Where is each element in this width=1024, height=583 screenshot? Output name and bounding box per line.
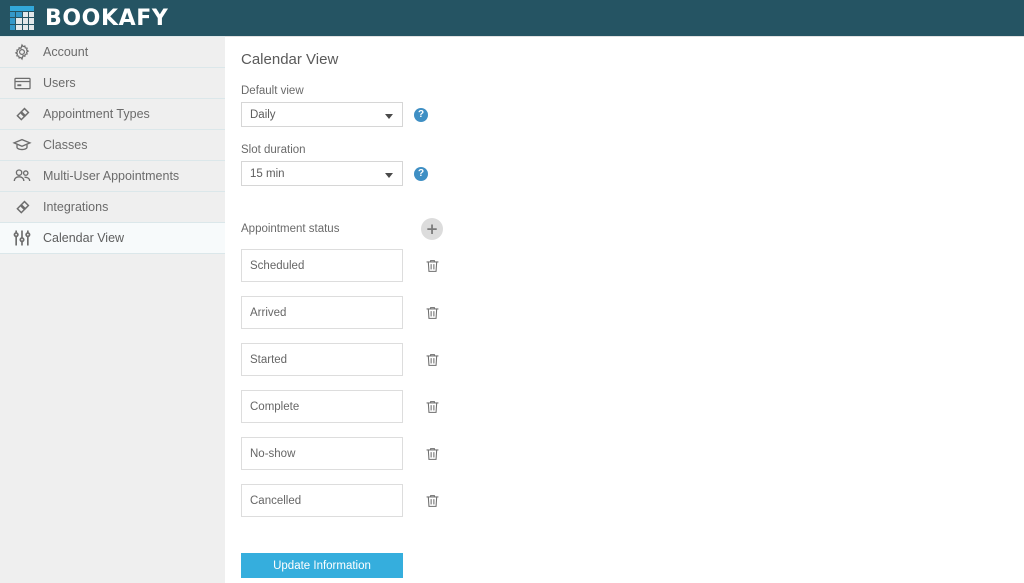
card-icon [9,70,35,96]
slot-duration-select[interactable]: 15 min [241,161,403,186]
sidebar-item-integrations[interactable]: Integrations [0,192,225,223]
trash-icon[interactable] [423,492,441,510]
brand-name: BOOKAFY [45,5,169,31]
list-item [225,484,1024,517]
appointment-status-input[interactable] [241,296,403,329]
slot-duration-label: Slot duration [241,144,306,156]
question-mark-icon[interactable]: ? [414,107,428,122]
trash-icon[interactable] [423,304,441,322]
list-item [225,390,1024,423]
graduation-cap-icon [9,132,35,158]
main-content: Calendar View Default view Daily ? Slot … [225,36,1024,583]
calendar-grid-icon [10,6,34,30]
sidebar-item-label: Calendar View [43,231,125,245]
appointment-status-input[interactable] [241,343,403,376]
appointment-status-input[interactable] [241,484,403,517]
default-view-field: Default view Daily ? [225,85,1024,127]
slot-duration-field: Slot duration 15 min ? [225,144,1024,186]
appointment-status-input[interactable] [241,249,403,282]
gear-icon [9,39,35,65]
sidebar-nav: Account Users Appointment Types Classes … [0,36,225,583]
appointment-status-input[interactable] [241,390,403,423]
sidebar-item-label: Multi-User Appointments [43,169,180,183]
app-root: BOOKAFY Account Users Appointment Types … [0,0,1024,583]
sidebar-item-label: Classes [43,138,88,152]
sidebar-item-label: Users [43,76,76,90]
chevron-down-icon [385,113,393,119]
list-item [225,343,1024,376]
sidebar-item-label: Appointment Types [43,107,150,121]
sidebar-item-multi-user-appointments[interactable]: Multi-User Appointments [0,161,225,192]
sidebar-item-account[interactable]: Account [0,37,225,68]
sidebar-item-label: Account [43,45,89,59]
chevron-down-icon [385,172,393,178]
sliders-icon [9,225,35,251]
trash-icon[interactable] [423,398,441,416]
sidebar-item-label: Integrations [43,200,109,214]
appointment-status-label: Appointment status [241,223,340,235]
plus-icon[interactable]: + [421,218,443,240]
top-header-bar: BOOKAFY [0,0,1024,36]
slot-duration-row: 15 min ? [241,161,1024,186]
appointment-status-header: Appointment status + [225,218,1024,240]
list-item [225,296,1024,329]
trash-icon[interactable] [423,257,441,275]
default-view-row: Daily ? [241,102,1024,127]
sidebar-item-appointment-types[interactable]: Appointment Types [0,99,225,130]
trash-icon[interactable] [423,351,441,369]
link-icon [9,101,35,127]
question-mark-icon[interactable]: ? [414,166,428,181]
sidebar-item-classes[interactable]: Classes [0,130,225,161]
users-group-icon [9,163,35,189]
appointment-status-input[interactable] [241,437,403,470]
default-view-label: Default view [241,85,304,97]
link-icon [9,194,35,220]
default-view-select[interactable]: Daily [241,102,403,127]
trash-icon[interactable] [423,445,441,463]
brand-logo[interactable]: BOOKAFY [0,6,168,31]
sidebar-item-users[interactable]: Users [0,68,225,99]
default-view-value: Daily [250,108,276,121]
sidebar-item-calendar-view[interactable]: Calendar View [0,223,225,254]
page-title: Calendar View [241,51,339,68]
slot-duration-value: 15 min [250,167,285,180]
list-item [225,249,1024,282]
update-information-button[interactable]: Update Information [241,553,403,578]
appointment-status-list [225,249,1024,517]
list-item [225,437,1024,470]
